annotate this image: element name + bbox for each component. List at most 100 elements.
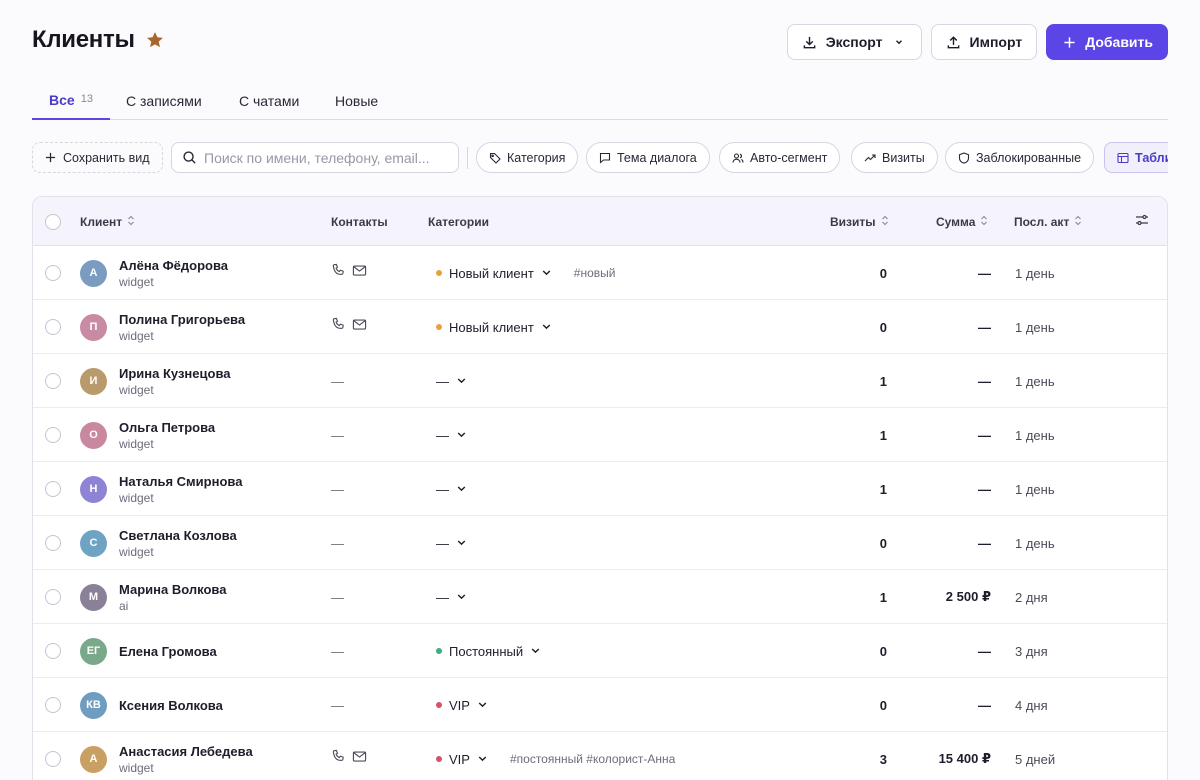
save-view-button[interactable]: Сохранить вид bbox=[32, 142, 163, 173]
table-row[interactable]: А Анастасия Лебедева widget VIP #постоянный … bbox=[33, 732, 1167, 780]
table-view-button[interactable]: Табли bbox=[1104, 142, 1168, 173]
title-group: Клиенты bbox=[32, 26, 167, 54]
category-dropdown[interactable]: VIP bbox=[436, 698, 488, 713]
client-cell[interactable]: КВ Ксения Волкова bbox=[80, 678, 223, 732]
table-row[interactable]: А Алёна Фёдорова widget Новый клиент #новый 0… bbox=[33, 246, 1167, 300]
category-dropdown[interactable]: VIP bbox=[436, 752, 488, 767]
add-client-button[interactable]: Добавить bbox=[1046, 24, 1168, 60]
mail-icon[interactable] bbox=[352, 317, 367, 337]
phone-icon[interactable] bbox=[331, 317, 346, 337]
sum-value: — bbox=[978, 535, 991, 551]
column-client[interactable]: Клиент bbox=[80, 197, 135, 246]
mail-icon[interactable] bbox=[352, 749, 367, 769]
column-last-activity[interactable]: Посл. акт bbox=[1014, 197, 1082, 246]
category-label: Постоянный bbox=[449, 643, 524, 659]
client-info: Алёна Фёдорова widget bbox=[119, 258, 228, 289]
mail-icon[interactable] bbox=[352, 263, 367, 283]
filter-visits[interactable]: Визиты bbox=[851, 142, 938, 173]
column-settings-button[interactable] bbox=[1135, 197, 1149, 246]
table-row[interactable]: С Светлана Козлова widget — — 0 — 1 день bbox=[33, 516, 1167, 570]
row-checkbox[interactable] bbox=[45, 535, 61, 551]
column-label: Посл. акт bbox=[1014, 214, 1070, 229]
client-cell[interactable]: М Марина Волкова ai bbox=[80, 570, 226, 624]
category-label: — bbox=[436, 481, 449, 497]
import-button[interactable]: Импорт bbox=[930, 24, 1038, 60]
row-checkbox[interactable] bbox=[45, 589, 61, 605]
filter-label: Визиты bbox=[882, 150, 925, 165]
select-all-checkbox[interactable] bbox=[45, 213, 61, 230]
sort-icon bbox=[881, 215, 889, 229]
filter-toolbar: Сохранить вид Категория Тема диалога Авт… bbox=[32, 141, 1168, 175]
phone-icon[interactable] bbox=[331, 749, 346, 769]
category-dropdown[interactable]: — bbox=[436, 536, 467, 551]
client-cell[interactable]: А Алёна Фёдорова widget bbox=[80, 246, 228, 300]
row-checkbox[interactable] bbox=[45, 427, 61, 443]
categories-cell: — bbox=[436, 516, 467, 570]
client-cell[interactable]: ЕГ Елена Громова bbox=[80, 624, 217, 678]
table-row[interactable]: М Марина Волкова ai — — 1 2 500 ₽ 2 дня bbox=[33, 570, 1167, 624]
chat-bubble-icon bbox=[599, 152, 611, 164]
filter-auto-segment[interactable]: Авто-сегмент bbox=[719, 142, 841, 173]
filter-category[interactable]: Категория bbox=[476, 142, 579, 173]
row-checkbox[interactable] bbox=[45, 751, 61, 767]
row-checkbox[interactable] bbox=[45, 319, 61, 335]
avatar: С bbox=[80, 529, 107, 557]
contacts-empty: — bbox=[331, 643, 344, 659]
row-checkbox[interactable] bbox=[45, 697, 61, 713]
last-activity-value: 4 дня bbox=[1015, 697, 1048, 713]
category-dropdown[interactable]: Новый клиент bbox=[436, 320, 552, 335]
filter-dialog-topic[interactable]: Тема диалога bbox=[586, 142, 710, 173]
category-dropdown[interactable]: — bbox=[436, 590, 467, 605]
client-info: Ирина Кузнецова widget bbox=[119, 366, 231, 397]
category-dropdown[interactable]: — bbox=[436, 428, 467, 443]
client-cell[interactable]: С Светлана Козлова widget bbox=[80, 516, 237, 570]
column-label: Визиты bbox=[830, 214, 876, 229]
categories-cell: — bbox=[436, 408, 467, 462]
category-dropdown[interactable]: — bbox=[436, 482, 467, 497]
row-checkbox[interactable] bbox=[45, 265, 61, 281]
categories-cell: Новый клиент bbox=[436, 300, 552, 354]
avatar: Н bbox=[80, 475, 107, 503]
client-cell[interactable]: А Анастасия Лебедева widget bbox=[80, 732, 253, 780]
table-row[interactable]: КВ Ксения Волкова — VIP 0 — 4 дня bbox=[33, 678, 1167, 732]
client-info: Ксения Волкова bbox=[119, 698, 223, 713]
favorite-star-icon[interactable] bbox=[145, 29, 167, 51]
client-cell[interactable]: И Ирина Кузнецова widget bbox=[80, 354, 231, 408]
table-row[interactable]: О Ольга Петрова widget — — 1 — 1 день bbox=[33, 408, 1167, 462]
tab-label: С записями bbox=[126, 93, 202, 109]
filter-blocked[interactable]: Заблокированные bbox=[945, 142, 1095, 173]
tab-with-appointments[interactable]: С записями bbox=[126, 82, 202, 120]
tag-list: #постоянный #колорист-Анна bbox=[509, 752, 676, 766]
table-row[interactable]: П Полина Григорьева widget Новый клиент 0 — 1 … bbox=[33, 300, 1167, 354]
chevron-down-icon bbox=[541, 320, 552, 335]
page-header: Клиенты Экспорт Импорт Добавить bbox=[32, 24, 1168, 60]
category-dot bbox=[436, 648, 442, 654]
category-dot bbox=[436, 270, 442, 276]
row-checkbox[interactable] bbox=[45, 481, 61, 497]
tab-new[interactable]: Новые bbox=[335, 82, 378, 120]
tab-all[interactable]: Все 13 bbox=[32, 82, 110, 120]
export-button[interactable]: Экспорт bbox=[786, 24, 922, 60]
search-input[interactable] bbox=[204, 149, 444, 166]
sum-value: — bbox=[978, 697, 991, 713]
row-checkbox[interactable] bbox=[45, 373, 61, 389]
category-label: VIP bbox=[449, 697, 470, 713]
category-dropdown[interactable]: — bbox=[436, 374, 467, 389]
table-row[interactable]: ЕГ Елена Громова — Постоянный 0 — 3 дня bbox=[33, 624, 1167, 678]
table-row[interactable]: Н Наталья Смирнова widget — — 1 — 1 день bbox=[33, 462, 1167, 516]
trend-up-icon bbox=[864, 152, 876, 164]
tab-label: Новые bbox=[335, 93, 379, 109]
client-cell[interactable]: П Полина Григорьева widget bbox=[80, 300, 245, 354]
row-checkbox[interactable] bbox=[45, 643, 61, 659]
tab-with-chats[interactable]: С чатами bbox=[239, 82, 299, 120]
phone-icon[interactable] bbox=[331, 263, 346, 283]
column-sum[interactable]: Сумма bbox=[936, 197, 988, 246]
column-visits[interactable]: Визиты bbox=[830, 197, 889, 246]
table-row[interactable]: И Ирина Кузнецова widget — — 1 — 1 день bbox=[33, 354, 1167, 408]
client-cell[interactable]: О Ольга Петрова widget bbox=[80, 408, 215, 462]
visits-value: 0 bbox=[879, 697, 887, 713]
category-dropdown[interactable]: Новый клиент bbox=[436, 266, 552, 281]
category-dropdown[interactable]: Постоянный bbox=[436, 644, 541, 659]
client-cell[interactable]: Н Наталья Смирнова widget bbox=[80, 462, 242, 516]
categories-cell: Новый клиент #новый bbox=[436, 246, 615, 300]
